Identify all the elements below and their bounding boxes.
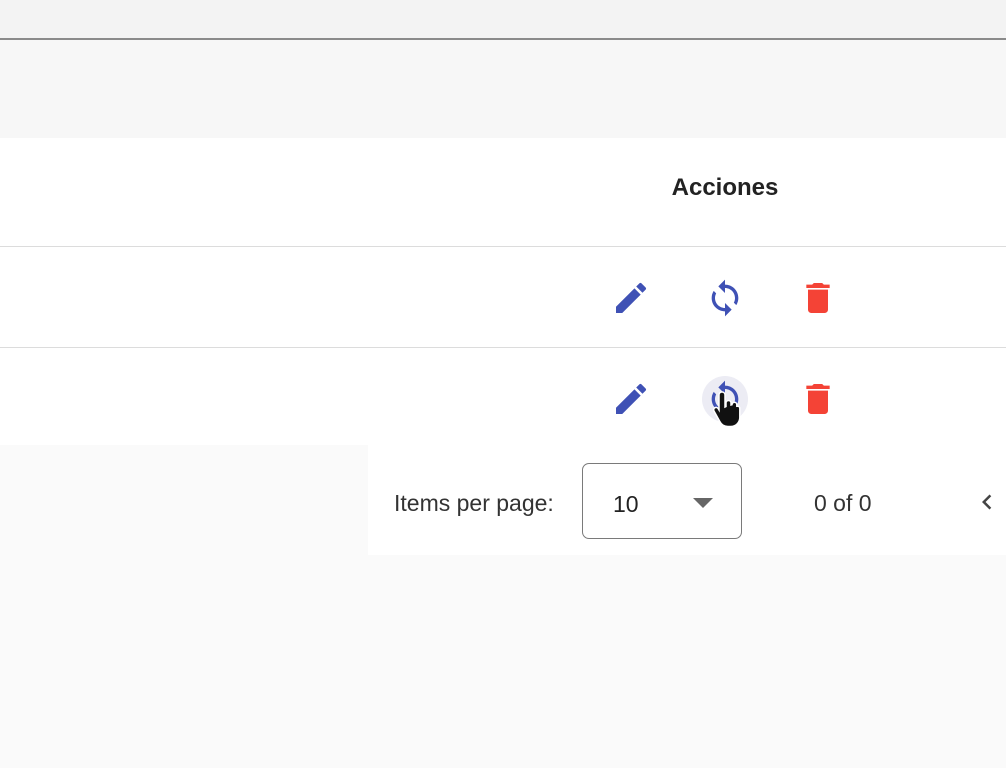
- table-row: [0, 348, 1006, 448]
- edit-button[interactable]: [608, 376, 654, 422]
- edit-icon: [616, 383, 647, 414]
- previous-page-button[interactable]: [972, 485, 1002, 519]
- edit-button[interactable]: [608, 275, 654, 321]
- table-row: [0, 247, 1006, 348]
- page-size-select[interactable]: 10: [582, 463, 742, 539]
- sync-button[interactable]: [702, 376, 748, 422]
- delete-icon: [806, 384, 830, 414]
- range-label: 0 of 0: [814, 490, 872, 516]
- sync-button[interactable]: [702, 275, 748, 321]
- toolbar-area: [0, 40, 1006, 138]
- delete-button[interactable]: [795, 275, 841, 321]
- sync-icon: [711, 279, 739, 317]
- items-per-page-label: Items per page:: [394, 490, 554, 516]
- dropdown-arrow-icon: [693, 498, 713, 508]
- delete-icon: [806, 283, 830, 313]
- paginator: Items per page: 10 0 of 0: [368, 445, 1006, 555]
- chevron-left-icon: [982, 494, 992, 510]
- sync-icon: [711, 380, 739, 418]
- top-bar: [0, 0, 1006, 40]
- table-header-row: Acciones: [0, 138, 1006, 247]
- edit-icon: [616, 282, 647, 313]
- data-table: Acciones: [0, 138, 1006, 445]
- delete-button[interactable]: [795, 376, 841, 422]
- page-size-value: 10: [613, 491, 639, 517]
- actions-column-header: Acciones: [671, 174, 779, 201]
